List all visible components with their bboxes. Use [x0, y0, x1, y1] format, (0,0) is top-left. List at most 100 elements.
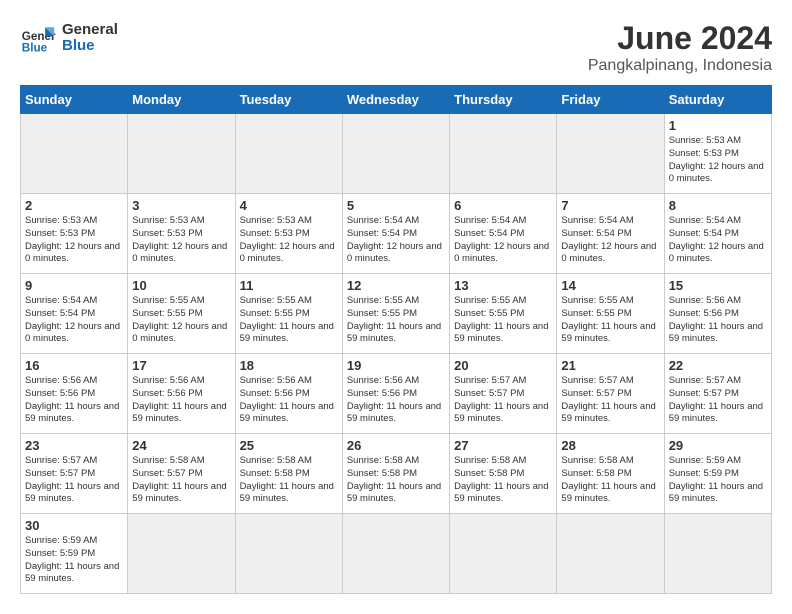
table-cell: 27Sunrise: 5:58 AM Sunset: 5:58 PM Dayli…	[450, 434, 557, 514]
header-thursday: Thursday	[450, 86, 557, 114]
day-info: Sunrise: 5:58 AM Sunset: 5:58 PM Dayligh…	[240, 455, 338, 506]
table-cell	[235, 114, 342, 194]
day-info: Sunrise: 5:58 AM Sunset: 5:58 PM Dayligh…	[561, 455, 659, 506]
logo-icon: General Blue	[20, 20, 56, 56]
table-cell	[557, 114, 664, 194]
header-sunday: Sunday	[21, 86, 128, 114]
table-cell: 25 Sunrise: 5:58 AM Sunset: 5:58 PM Dayli…	[235, 434, 342, 514]
day-number: 23	[25, 438, 123, 453]
header-wednesday: Wednesday	[342, 86, 449, 114]
day-number: 17	[132, 358, 230, 373]
week-row-4: 16Sunrise: 5:56 AM Sunset: 5:56 PM Dayli…	[21, 354, 772, 434]
title-block: June 2024 Pangkalpinang, Indonesia	[588, 20, 772, 75]
header-monday: Monday	[128, 86, 235, 114]
day-number: 5	[347, 198, 445, 213]
day-number: 9	[25, 278, 123, 293]
weekday-header-row: Sunday Monday Tuesday Wednesday Thursday…	[21, 86, 772, 114]
day-info: Sunrise: 5:54 AM Sunset: 5:54 PM Dayligh…	[669, 215, 767, 266]
calendar-table: Sunday Monday Tuesday Wednesday Thursday…	[20, 85, 772, 594]
day-number: 10	[132, 278, 230, 293]
day-number: 29	[669, 438, 767, 453]
week-row-3: 9 Sunrise: 5:54 AM Sunset: 5:54 PM Daylig…	[21, 274, 772, 354]
header-saturday: Saturday	[664, 86, 771, 114]
table-cell: 9 Sunrise: 5:54 AM Sunset: 5:54 PM Daylig…	[21, 274, 128, 354]
table-cell: 19 Sunrise: 5:56 AM Sunset: 5:56 PM Dayli…	[342, 354, 449, 434]
week-row-2: 2Sunrise: 5:53 AM Sunset: 5:53 PM Daylig…	[21, 194, 772, 274]
page-header: General Blue General Blue June 2024 Pang…	[20, 20, 772, 75]
table-cell: 14 Sunrise: 5:55 AM Sunset: 5:55 PM Dayli…	[557, 274, 664, 354]
table-cell: 16Sunrise: 5:56 AM Sunset: 5:56 PM Dayli…	[21, 354, 128, 434]
day-info: Sunrise: 5:56 AM Sunset: 5:56 PM Dayligh…	[347, 375, 445, 426]
day-number: 14	[561, 278, 659, 293]
logo-blue-text: Blue	[62, 38, 118, 55]
calendar-subtitle: Pangkalpinang, Indonesia	[588, 57, 772, 75]
table-cell	[235, 514, 342, 594]
day-info: Sunrise: 5:56 AM Sunset: 5:56 PM Dayligh…	[25, 375, 123, 426]
header-friday: Friday	[557, 86, 664, 114]
header-tuesday: Tuesday	[235, 86, 342, 114]
day-info: Sunrise: 5:57 AM Sunset: 5:57 PM Dayligh…	[561, 375, 659, 426]
logo-general-text: General	[62, 22, 118, 39]
day-number: 15	[669, 278, 767, 293]
day-number: 22	[669, 358, 767, 373]
day-number: 11	[240, 278, 338, 293]
day-number: 4	[240, 198, 338, 213]
day-info: Sunrise: 5:57 AM Sunset: 5:57 PM Dayligh…	[25, 455, 123, 506]
table-cell	[342, 514, 449, 594]
day-number: 20	[454, 358, 552, 373]
day-number: 30	[25, 518, 123, 533]
day-number: 28	[561, 438, 659, 453]
table-cell: 17 Sunrise: 5:56 AM Sunset: 5:56 PM Dayli…	[128, 354, 235, 434]
day-number: 18	[240, 358, 338, 373]
day-number: 7	[561, 198, 659, 213]
day-number: 25	[240, 438, 338, 453]
day-info: Sunrise: 5:59 AM Sunset: 5:59 PM Dayligh…	[669, 455, 767, 506]
table-cell: 1 Sunrise: 5:53 AM Sunset: 5:53 PM Daylig…	[664, 114, 771, 194]
day-info: Sunrise: 5:55 AM Sunset: 5:55 PM Dayligh…	[454, 295, 552, 346]
table-cell	[21, 114, 128, 194]
table-cell	[450, 514, 557, 594]
table-cell: 13Sunrise: 5:55 AM Sunset: 5:55 PM Dayli…	[450, 274, 557, 354]
week-row-6: 30 Sunrise: 5:59 AM Sunset: 5:59 PM Dayli…	[21, 514, 772, 594]
table-cell: 5Sunrise: 5:54 AM Sunset: 5:54 PM Daylig…	[342, 194, 449, 274]
day-info: Sunrise: 5:59 AM Sunset: 5:59 PM Dayligh…	[25, 535, 123, 586]
table-cell: 26 Sunrise: 5:58 AM Sunset: 5:58 PM Dayli…	[342, 434, 449, 514]
day-number: 1	[669, 118, 767, 133]
table-cell	[342, 114, 449, 194]
day-info: Sunrise: 5:53 AM Sunset: 5:53 PM Dayligh…	[132, 215, 230, 266]
day-info: Sunrise: 5:53 AM Sunset: 5:53 PM Dayligh…	[240, 215, 338, 266]
table-cell	[128, 514, 235, 594]
table-cell: 24Sunrise: 5:58 AM Sunset: 5:57 PM Dayli…	[128, 434, 235, 514]
week-row-5: 23 Sunrise: 5:57 AM Sunset: 5:57 PM Dayli…	[21, 434, 772, 514]
day-info: Sunrise: 5:54 AM Sunset: 5:54 PM Dayligh…	[454, 215, 552, 266]
table-cell: 15Sunrise: 5:56 AM Sunset: 5:56 PM Dayli…	[664, 274, 771, 354]
day-number: 21	[561, 358, 659, 373]
day-number: 12	[347, 278, 445, 293]
table-cell	[128, 114, 235, 194]
day-info: Sunrise: 5:53 AM Sunset: 5:53 PM Dayligh…	[669, 135, 767, 186]
calendar-title: June 2024	[588, 20, 772, 57]
table-cell: 8 Sunrise: 5:54 AM Sunset: 5:54 PM Daylig…	[664, 194, 771, 274]
table-cell	[450, 114, 557, 194]
table-cell: 22 Sunrise: 5:57 AM Sunset: 5:57 PM Dayli…	[664, 354, 771, 434]
table-cell: 7Sunrise: 5:54 AM Sunset: 5:54 PM Daylig…	[557, 194, 664, 274]
day-info: Sunrise: 5:55 AM Sunset: 5:55 PM Dayligh…	[561, 295, 659, 346]
week-row-1: 1 Sunrise: 5:53 AM Sunset: 5:53 PM Daylig…	[21, 114, 772, 194]
table-cell: 12 Sunrise: 5:55 AM Sunset: 5:55 PM Dayli…	[342, 274, 449, 354]
day-number: 19	[347, 358, 445, 373]
day-info: Sunrise: 5:58 AM Sunset: 5:58 PM Dayligh…	[347, 455, 445, 506]
day-info: Sunrise: 5:57 AM Sunset: 5:57 PM Dayligh…	[669, 375, 767, 426]
day-info: Sunrise: 5:55 AM Sunset: 5:55 PM Dayligh…	[347, 295, 445, 346]
table-cell: 23 Sunrise: 5:57 AM Sunset: 5:57 PM Dayli…	[21, 434, 128, 514]
day-info: Sunrise: 5:57 AM Sunset: 5:57 PM Dayligh…	[454, 375, 552, 426]
day-number: 8	[669, 198, 767, 213]
table-cell: 30 Sunrise: 5:59 AM Sunset: 5:59 PM Dayli…	[21, 514, 128, 594]
day-number: 26	[347, 438, 445, 453]
day-info: Sunrise: 5:54 AM Sunset: 5:54 PM Dayligh…	[25, 295, 123, 346]
day-number: 24	[132, 438, 230, 453]
table-cell: 28 Sunrise: 5:58 AM Sunset: 5:58 PM Dayli…	[557, 434, 664, 514]
table-cell: 18Sunrise: 5:56 AM Sunset: 5:56 PM Dayli…	[235, 354, 342, 434]
table-cell: 2Sunrise: 5:53 AM Sunset: 5:53 PM Daylig…	[21, 194, 128, 274]
table-cell	[557, 514, 664, 594]
day-info: Sunrise: 5:56 AM Sunset: 5:56 PM Dayligh…	[132, 375, 230, 426]
